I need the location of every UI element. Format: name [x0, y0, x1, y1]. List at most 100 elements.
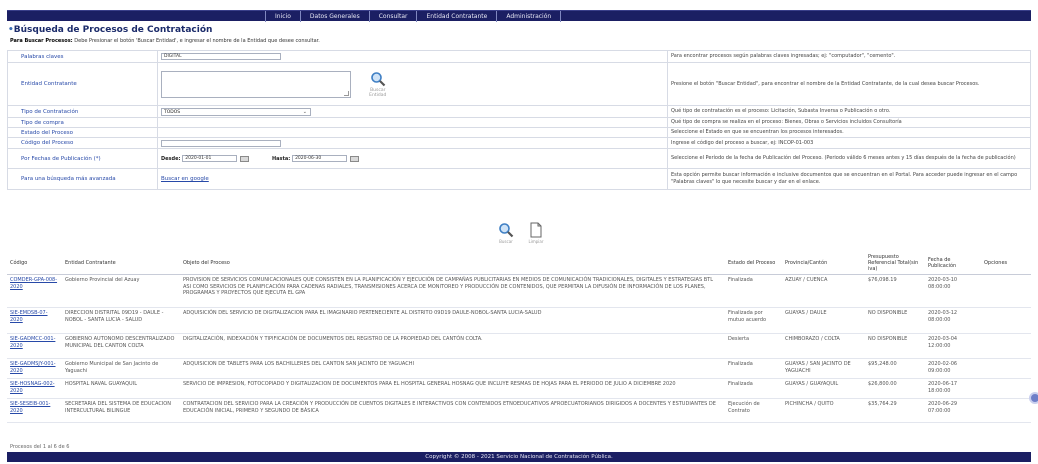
blank-page-icon	[530, 222, 542, 238]
desde-input[interactable]: 2020-01-01	[182, 155, 238, 162]
resize-grip-icon[interactable]	[344, 90, 349, 96]
buscar-entidad-button[interactable]: Buscar Entidad	[363, 71, 393, 98]
col-header-entidad[interactable]: Entidad Contratante	[62, 252, 180, 275]
estado-cell[interactable]	[157, 127, 668, 138]
tipo-contratacion-select[interactable]: TODOS ⌄	[161, 107, 311, 116]
presupuesto-cell: $95,248.00	[865, 358, 925, 379]
provincia-cell: CHIMBORAZO / COLTA	[782, 333, 865, 359]
nav-item-entidad-contratante[interactable]: Entidad Contratante	[417, 11, 498, 22]
limpiar-button[interactable]: Limpiar	[527, 222, 545, 244]
limpiar-label: Limpiar	[528, 239, 544, 244]
hasta-label: Hasta:	[272, 156, 291, 162]
fecha-cell: 2020-06-17 18:00:00	[925, 378, 981, 399]
presupuesto-cell: NO DISPONIBLE	[865, 307, 925, 334]
magnifier-icon	[499, 223, 514, 238]
process-code-link[interactable]: SIE-EMDSB-07-2020	[7, 307, 62, 334]
presupuesto-cell: $35,764.29	[865, 398, 925, 423]
col-header-estado[interactable]: Estado del Proceso	[725, 252, 782, 275]
form-row-codigo: Código del Proceso Ingrese el código del…	[7, 137, 1031, 149]
col-header-codigo[interactable]: Código	[7, 252, 62, 275]
fecha-cell: 2020-02-06 09:00:00	[925, 358, 981, 379]
process-code-link[interactable]: SIE-GADMSJY-001-2020	[7, 358, 62, 379]
process-code-link[interactable]: COMDER-GPA-008-2020	[7, 274, 62, 308]
results-header-row: Código Entidad Contratante Objeto del Pr…	[7, 252, 1031, 275]
entidad-cell: Buscar Entidad	[157, 62, 668, 106]
fechas-cell: Desde: 2020-01-01 Hasta: 2020-06-30	[157, 148, 668, 169]
entidad-cell: DIRECCION DISTRITAL 09D19 - DAULE - NOBO…	[62, 307, 180, 334]
col-header-presupuesto[interactable]: Presupuesto Referencial Total(sin iva)	[865, 252, 925, 275]
presupuesto-cell: NO DISPONIBLE	[865, 333, 925, 359]
col-header-provincia[interactable]: Provincia/Cantón	[782, 252, 865, 275]
codigo-input[interactable]	[161, 139, 281, 147]
floating-help-icon[interactable]	[1029, 392, 1038, 404]
buscar-google-link[interactable]: Buscar en google	[161, 176, 209, 182]
table-row: COMDER-GPA-008-2020 Gobierno Provincial …	[7, 274, 1031, 308]
top-nav-bar: Inicio Datos Generales Consultar Entidad…	[7, 10, 1031, 22]
opciones-cell	[981, 274, 1031, 308]
avanzada-label: Para una búsqueda más avanzada	[7, 168, 158, 190]
avanzada-cell: Buscar en google	[157, 168, 668, 190]
estado-cell: Finalizada	[725, 378, 782, 399]
palabras-input[interactable]: DIGITAL	[161, 53, 281, 60]
page-title: •Búsqueda de Procesos de Contratación	[8, 25, 212, 35]
form-actions: Buscar Limpiar	[497, 222, 545, 244]
estado-label: Estado del Proceso	[7, 127, 158, 138]
process-code-link[interactable]: SIE-GADMCC-001-2020	[7, 333, 62, 359]
buscar-entidad-label: Buscar Entidad	[369, 87, 387, 98]
opciones-cell	[981, 378, 1031, 399]
estado-cell: Finalizada	[725, 274, 782, 308]
nav-item-datos-generales[interactable]: Datos Generales	[301, 11, 370, 22]
buscar-button[interactable]: Buscar	[497, 222, 515, 244]
opciones-cell	[981, 333, 1031, 359]
entidad-label: Entidad Contratante	[7, 62, 158, 106]
estado-help: Seleccione el Estado en que se encuentra…	[667, 127, 1031, 138]
page-title-text: Búsqueda de Procesos de Contratación	[13, 25, 213, 35]
estado-cell: Finalizada por mutuo acuerdo	[725, 307, 782, 334]
tipo-contratacion-cell: TODOS ⌄	[157, 105, 668, 118]
col-header-objeto[interactable]: Objeto del Proceso	[180, 252, 725, 275]
hasta-input[interactable]: 2020-06-30	[292, 155, 348, 162]
form-row-estado: Estado del Proceso Seleccione el Estado …	[7, 127, 1031, 138]
col-header-fecha[interactable]: Fecha de Publicación	[925, 252, 981, 275]
codigo-cell	[157, 137, 668, 149]
calendar-icon[interactable]	[350, 155, 360, 162]
magnifier-icon	[370, 71, 386, 86]
palabras-label: Palabras claves	[7, 50, 158, 63]
form-row-entidad: Entidad Contratante Buscar Entidad Presi…	[7, 62, 1031, 106]
table-row: SIE-GADMCC-001-2020 GOBIERNO AUTONOMO DE…	[7, 333, 1031, 359]
tipo-compra-cell[interactable]	[157, 117, 668, 128]
chevron-down-icon: ⌄	[302, 108, 307, 115]
tipo-contratacion-label: Tipo de Contratación	[7, 105, 158, 118]
process-code-link[interactable]: SIE-SESEIB-001-2020	[7, 398, 62, 423]
codigo-label: Código del Proceso	[7, 137, 158, 149]
objeto-cell: SERVICIO DE IMPRESION, FOTOCOPIADO Y DIG…	[180, 378, 725, 399]
entidad-help: Presione el botón "Buscar Entidad", para…	[667, 62, 1031, 106]
estado-cell: Ejecución de Contrato	[725, 398, 782, 423]
form-row-tipo-contratacion: Tipo de Contratación TODOS ⌄ Qué tipo de …	[7, 105, 1031, 118]
palabras-cell: DIGITAL	[157, 50, 668, 63]
opciones-cell	[981, 398, 1031, 423]
tipo-contratacion-value: TODOS	[164, 109, 181, 115]
entidad-textarea[interactable]	[161, 70, 351, 98]
buscar-label: Buscar	[499, 239, 513, 244]
table-row: SIE-EMDSB-07-2020 DIRECCION DISTRITAL 09…	[7, 307, 1031, 334]
nav-item-consultar[interactable]: Consultar	[370, 11, 418, 22]
codigo-help: Ingrese el código del proceso a buscar, …	[667, 137, 1031, 149]
entidad-cell: HOSPITAL NAVAL GUAYAQUIL	[62, 378, 180, 399]
nav-item-administracion[interactable]: Administración	[497, 11, 562, 22]
provincia-cell: PICHINCHA / QUITO	[782, 398, 865, 423]
fecha-cell: 2020-03-10 08:00:00	[925, 274, 981, 308]
opciones-cell	[981, 358, 1031, 379]
provincia-cell: AZUAY / CUENCA	[782, 274, 865, 308]
process-code-link[interactable]: SIE-HOSNAG-002-2020	[7, 378, 62, 399]
form-row-fechas: Por Fechas de Publicación (*) Desde: 202…	[7, 148, 1031, 169]
results-table: Código Entidad Contratante Objeto del Pr…	[7, 252, 1031, 423]
entidad-cell: GOBIERNO AUTONOMO DESCENTRALIZADO MUNICI…	[62, 333, 180, 359]
table-row: SIE-HOSNAG-002-2020 HOSPITAL NAVAL GUAYA…	[7, 378, 1031, 399]
instructions-text: Debe Presionar el botón 'Buscar Entidad'…	[72, 38, 320, 44]
nav-item-inicio[interactable]: Inicio	[265, 11, 301, 22]
objeto-cell: ADQUISICIÓN DEL SERVICIO DE DIGITALIZACI…	[180, 307, 725, 334]
palabras-help: Para encontrar procesos según palabras c…	[667, 50, 1031, 63]
provincia-cell: GUAYAS / GUAYAQUIL	[782, 378, 865, 399]
calendar-icon[interactable]	[240, 155, 250, 162]
